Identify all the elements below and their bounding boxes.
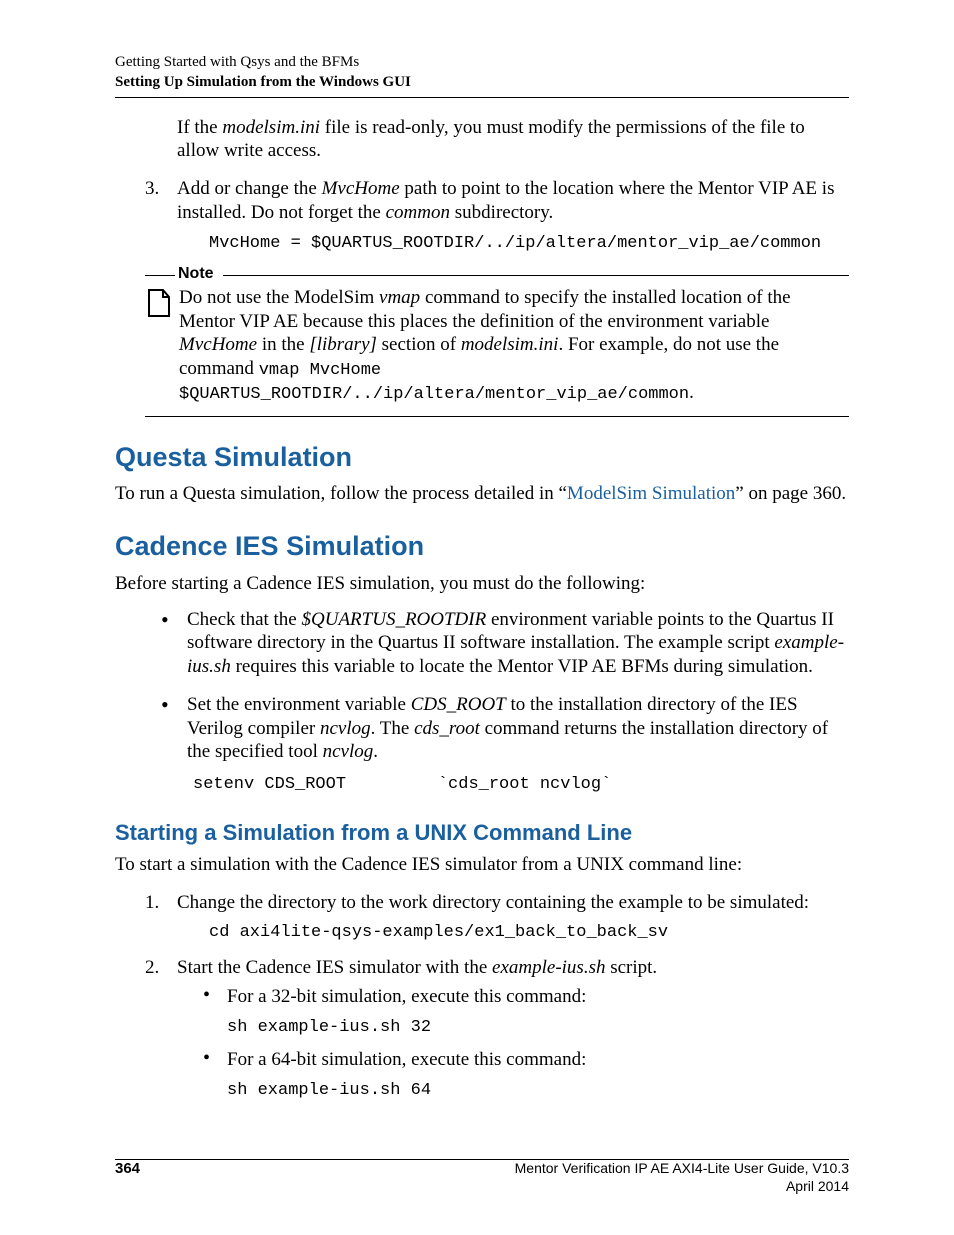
text-italic: modelsim.ini [461, 334, 559, 355]
heading-unix-command-line: Starting a Simulation from a UNIX Comman… [115, 819, 849, 847]
text: To run a Questa simulation, follow the p… [115, 483, 567, 504]
heading-questa-simulation: Questa Simulation [115, 441, 849, 475]
note-header: Note [145, 266, 849, 284]
continuation-paragraph: If the modelsim.ini file is read-only, y… [177, 116, 849, 164]
footer-doc-title: Mentor Verification IP AE AXI4-Lite User… [515, 1159, 849, 1177]
text-italic: modelsim.ini [222, 117, 320, 138]
text: requires this variable to locate the Men… [231, 656, 813, 677]
list-item: For a 32-bit simulation, execute this co… [203, 985, 849, 1038]
code-block: sh example-ius.sh 32 [227, 1017, 849, 1038]
text: ” on page 360. [735, 483, 846, 504]
ordered-list: 1. Change the directory to the work dire… [145, 891, 849, 1102]
text: For a 32-bit simulation, execute this co… [227, 986, 586, 1007]
paragraph: To run a Questa simulation, follow the p… [115, 482, 849, 506]
footer-right: Mentor Verification IP AE AXI4-Lite User… [515, 1159, 849, 1195]
list-item: Set the environment variable CDS_ROOT to… [161, 693, 849, 796]
text-italic: [library] [309, 334, 377, 355]
text-italic: CDS_ROOT [411, 694, 506, 715]
text-italic: cds_root [414, 718, 480, 739]
text: For a 64-bit simulation, execute this co… [227, 1049, 586, 1070]
step-number: 1. [145, 891, 159, 915]
text-italic: example-ius.sh [492, 957, 605, 978]
ordered-list: 3. Add or change the MvcHome path to poi… [145, 177, 849, 254]
text: . The [371, 718, 414, 739]
text: . [373, 741, 378, 762]
running-header-line2: Setting Up Simulation from the Windows G… [115, 72, 849, 92]
code-block: MvcHome = $QUARTUS_ROOTDIR/../ip/altera/… [209, 233, 849, 254]
step-number: 3. [145, 177, 159, 201]
footer-date: April 2014 [515, 1177, 849, 1195]
heading-cadence-ies-simulation: Cadence IES Simulation [115, 530, 849, 564]
note-text: Do not use the ModelSim vmap command to … [179, 286, 849, 406]
link-modelsim-simulation[interactable]: ModelSim Simulation [567, 483, 735, 504]
text: section of [377, 334, 461, 355]
text: . [689, 382, 694, 403]
running-header-line1: Getting Started with Qsys and the BFMs [115, 52, 849, 72]
text: Do not use the ModelSim [179, 287, 379, 308]
text-italic: $QUARTUS_ROOTDIR [302, 609, 487, 630]
code-block: setenv CDS_ROOT `cds_root ncvlog` [193, 774, 849, 795]
list-item: 2. Start the Cadence IES simulator with … [145, 956, 849, 1102]
text: If the [177, 117, 222, 138]
text: Set the environment variable [187, 694, 411, 715]
running-header: Getting Started with Qsys and the BFMs S… [115, 52, 849, 93]
text: Start the Cadence IES simulator with the [177, 957, 492, 978]
text-italic: MvcHome [322, 178, 400, 199]
text: Add or change the [177, 178, 322, 199]
text-italic: common [386, 202, 450, 223]
bullet-list: For a 32-bit simulation, execute this co… [203, 985, 849, 1101]
step-number: 2. [145, 956, 159, 980]
note-rule [145, 275, 175, 276]
text-italic: ncvlog [320, 718, 371, 739]
list-item: Check that the $QUARTUS_ROOTDIR environm… [161, 608, 849, 679]
note-label: Note [178, 264, 214, 284]
paragraph: Before starting a Cadence IES simulation… [115, 572, 849, 596]
note-rule [145, 416, 849, 417]
note-body: Do not use the ModelSim vmap command to … [145, 284, 849, 412]
code-block: cd axi4lite-qsys-examples/ex1_back_to_ba… [209, 922, 849, 943]
note-icon [145, 288, 173, 325]
list-item: For a 64-bit simulation, execute this co… [203, 1048, 849, 1101]
text: script. [605, 957, 657, 978]
bullet-list: Check that the $QUARTUS_ROOTDIR environm… [161, 608, 849, 796]
note-block: Note Do not use the ModelSim vmap comman… [145, 266, 849, 417]
header-rule [115, 97, 849, 98]
list-item: 1. Change the directory to the work dire… [145, 891, 849, 944]
text: Check that the [187, 609, 302, 630]
page: Getting Started with Qsys and the BFMs S… [0, 0, 954, 1235]
text-italic: MvcHome [179, 334, 257, 355]
footer: 364 Mentor Verification IP AE AXI4-Lite … [115, 1159, 849, 1195]
code-block: sh example-ius.sh 64 [227, 1080, 849, 1101]
text: in the [257, 334, 309, 355]
text-italic: vmap [379, 287, 420, 308]
text-italic: ncvlog [323, 741, 374, 762]
list-item: 3. Add or change the MvcHome path to poi… [145, 177, 849, 254]
text: Change the directory to the work directo… [177, 892, 809, 913]
paragraph: To start a simulation with the Cadence I… [115, 853, 849, 877]
page-number: 364 [115, 1159, 140, 1195]
text: subdirectory. [450, 202, 553, 223]
note-rule [223, 275, 849, 276]
